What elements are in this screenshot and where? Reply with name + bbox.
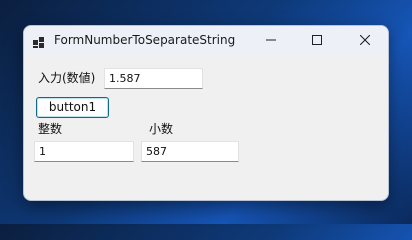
integer-field[interactable]: 1 — [34, 141, 134, 162]
maximize-icon — [312, 35, 322, 45]
window-title: FormNumberToSeparateString — [54, 33, 236, 47]
input-number-field[interactable]: 1.587 — [104, 68, 203, 89]
close-icon — [360, 35, 370, 45]
decimal-label: 小数 — [149, 122, 174, 136]
integer-label: 整数 — [38, 122, 63, 136]
app-icon — [33, 34, 45, 48]
minimize-icon — [266, 39, 276, 41]
button1[interactable]: button1 — [36, 97, 109, 118]
title-bar[interactable]: FormNumberToSeparateString — [24, 26, 388, 55]
minimize-button[interactable] — [248, 26, 294, 55]
input-number-label: 入力(数値) — [38, 71, 96, 85]
decimal-field[interactable]: 587 — [141, 141, 239, 162]
close-button[interactable] — [342, 26, 388, 55]
maximize-button[interactable] — [294, 26, 340, 55]
app-window: FormNumberToSeparateString 入力(数値) 1.587 … — [23, 25, 389, 201]
